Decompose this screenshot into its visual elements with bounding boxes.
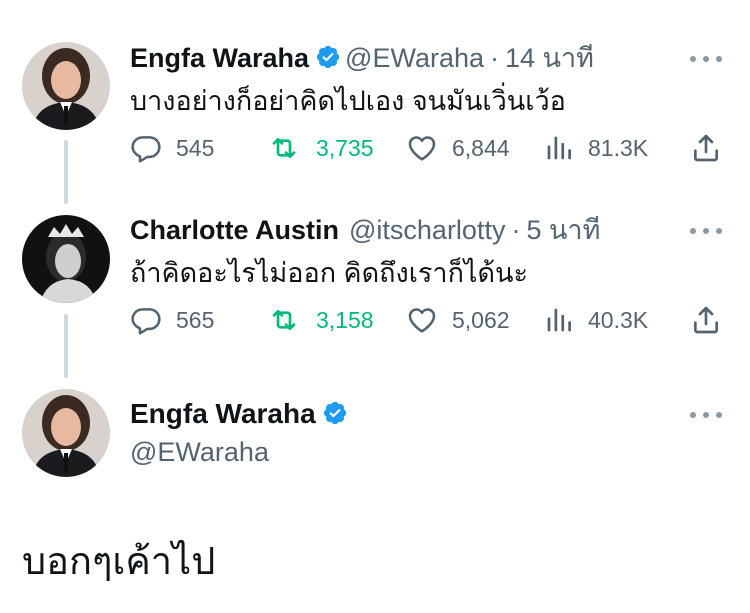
retweet-icon bbox=[272, 310, 296, 330]
like-count: 5,062 bbox=[452, 306, 510, 333]
more-icon[interactable] bbox=[690, 226, 722, 236]
reply-count: 565 bbox=[176, 306, 215, 333]
tweet-text: ถ้าคิดอะไรไม่ออก คิดถึงเราก็ได้นะ bbox=[130, 258, 528, 288]
thread-line bbox=[64, 140, 68, 204]
more-icon[interactable] bbox=[690, 54, 722, 64]
views-button[interactable]: 81.3K bbox=[544, 130, 648, 166]
reply-author-name[interactable]: Engfa Waraha bbox=[130, 398, 352, 433]
views-icon bbox=[547, 136, 571, 160]
reply-count: 545 bbox=[176, 134, 215, 161]
like-icon bbox=[408, 136, 436, 161]
like-button[interactable]: 6,844 bbox=[406, 130, 510, 166]
separator-dot: · bbox=[511, 215, 521, 245]
tweet-time[interactable]: 5 นาที bbox=[526, 215, 600, 245]
views-count: 40.3K bbox=[588, 306, 649, 333]
share-button[interactable] bbox=[690, 130, 722, 166]
share-icon bbox=[694, 134, 718, 162]
author-name[interactable]: Engfa Waraha bbox=[130, 398, 316, 429]
action-bar: 565 3,158 5,062 40.3K bbox=[130, 302, 730, 338]
tweet-text: บางอย่างก็อย่าคิดไปเอง จนมันเวิ่นเว้อ bbox=[130, 86, 566, 116]
reply-button[interactable]: 545 bbox=[130, 130, 214, 166]
verified-badge-icon bbox=[315, 44, 341, 77]
separator-dot: · bbox=[490, 43, 500, 73]
reply-button[interactable]: 565 bbox=[130, 302, 214, 338]
like-count: 6,844 bbox=[452, 134, 510, 161]
thread-line bbox=[64, 314, 68, 378]
avatar-engfa[interactable] bbox=[22, 42, 110, 130]
share-button[interactable] bbox=[690, 302, 722, 338]
retweet-button[interactable]: 3,735 bbox=[266, 130, 374, 166]
like-icon bbox=[408, 308, 436, 333]
avatar-charlotte[interactable] bbox=[22, 215, 110, 303]
reply-author-handle[interactable]: @EWaraha bbox=[130, 437, 269, 468]
action-bar: 545 3,735 6,844 81.3K bbox=[130, 130, 730, 166]
reply-icon bbox=[131, 308, 161, 335]
author-name[interactable]: Engfa Waraha bbox=[130, 43, 309, 73]
author-handle[interactable]: @itscharlotty bbox=[349, 215, 505, 245]
tweet-header: Engfa Waraha @EWaraha · 14 นาที bbox=[130, 42, 594, 77]
views-icon bbox=[547, 308, 571, 332]
more-icon[interactable] bbox=[690, 410, 722, 420]
tweet-header: Charlotte Austin @itscharlotty · 5 นาที bbox=[130, 214, 600, 246]
like-button[interactable]: 5,062 bbox=[406, 302, 510, 338]
reply-text: บอกๆเค้าไป bbox=[22, 541, 216, 583]
retweet-icon bbox=[272, 138, 296, 158]
tweet-time[interactable]: 14 นาที bbox=[505, 43, 594, 73]
avatar-engfa[interactable] bbox=[22, 389, 110, 477]
retweet-count: 3,158 bbox=[316, 306, 374, 333]
verified-badge-icon bbox=[322, 400, 348, 433]
share-icon bbox=[694, 306, 718, 334]
retweet-count: 3,735 bbox=[316, 134, 374, 161]
author-name[interactable]: Charlotte Austin bbox=[130, 215, 339, 245]
author-handle[interactable]: @EWaraha bbox=[345, 43, 484, 73]
views-button[interactable]: 40.3K bbox=[544, 302, 648, 338]
views-count: 81.3K bbox=[588, 134, 649, 161]
reply-icon bbox=[131, 136, 161, 163]
retweet-button[interactable]: 3,158 bbox=[266, 302, 374, 338]
